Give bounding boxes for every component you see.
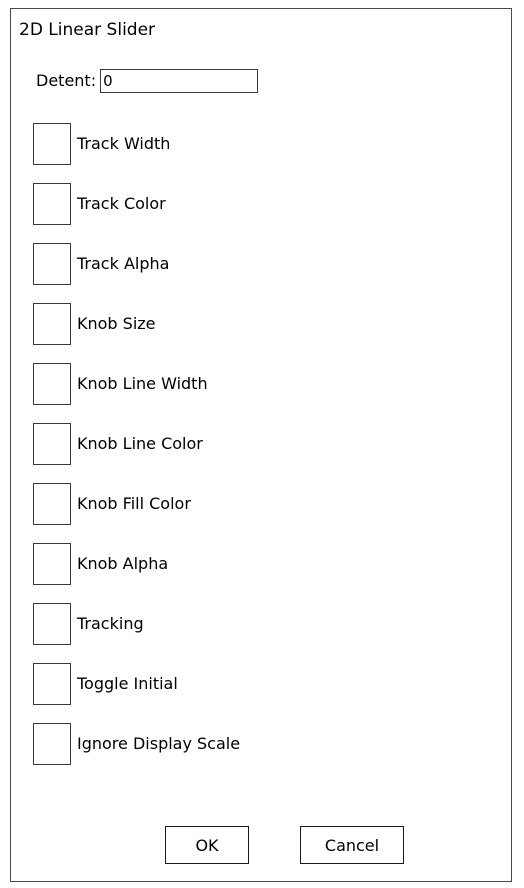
knob-size-checkbox[interactable] — [33, 303, 71, 345]
ok-button[interactable]: OK — [165, 826, 249, 864]
detent-row: Detent: — [36, 67, 259, 95]
option-knob-fill-color[interactable]: Knob Fill Color — [33, 483, 191, 525]
knob-line-width-label[interactable]: Knob Line Width — [77, 374, 208, 394]
knob-alpha-checkbox[interactable] — [33, 543, 71, 585]
slider-settings-dialog: 2D Linear Slider Detent: Track Width Tra… — [10, 8, 512, 882]
option-tracking[interactable]: Tracking — [33, 603, 144, 645]
dialog-title: 2D Linear Slider — [19, 20, 156, 40]
toggle-initial-checkbox[interactable] — [33, 663, 71, 705]
track-width-label[interactable]: Track Width — [77, 134, 170, 154]
option-knob-line-color[interactable]: Knob Line Color — [33, 423, 203, 465]
track-alpha-label[interactable]: Track Alpha — [77, 254, 169, 274]
knob-line-color-checkbox[interactable] — [33, 423, 71, 465]
option-knob-alpha[interactable]: Knob Alpha — [33, 543, 168, 585]
tracking-checkbox[interactable] — [33, 603, 71, 645]
knob-size-label[interactable]: Knob Size — [77, 314, 156, 334]
track-color-checkbox[interactable] — [33, 183, 71, 225]
toggle-initial-label[interactable]: Toggle Initial — [77, 674, 178, 694]
knob-fill-color-label[interactable]: Knob Fill Color — [77, 494, 191, 514]
ignore-display-scale-label[interactable]: Ignore Display Scale — [77, 734, 240, 754]
option-knob-size[interactable]: Knob Size — [33, 303, 156, 345]
track-color-label[interactable]: Track Color — [77, 194, 166, 214]
knob-alpha-label[interactable]: Knob Alpha — [77, 554, 168, 574]
option-track-width[interactable]: Track Width — [33, 123, 170, 165]
track-alpha-checkbox[interactable] — [33, 243, 71, 285]
option-track-alpha[interactable]: Track Alpha — [33, 243, 169, 285]
option-track-color[interactable]: Track Color — [33, 183, 166, 225]
track-width-checkbox[interactable] — [33, 123, 71, 165]
detent-label: Detent: — [36, 71, 97, 90]
option-ignore-display-scale[interactable]: Ignore Display Scale — [33, 723, 240, 765]
option-toggle-initial[interactable]: Toggle Initial — [33, 663, 178, 705]
option-knob-line-width[interactable]: Knob Line Width — [33, 363, 208, 405]
knob-line-width-checkbox[interactable] — [33, 363, 71, 405]
detent-input[interactable] — [100, 69, 259, 93]
ignore-display-scale-checkbox[interactable] — [33, 723, 71, 765]
tracking-label[interactable]: Tracking — [77, 614, 144, 634]
knob-fill-color-checkbox[interactable] — [33, 483, 71, 525]
knob-line-color-label[interactable]: Knob Line Color — [77, 434, 203, 454]
cancel-button[interactable]: Cancel — [300, 826, 404, 864]
